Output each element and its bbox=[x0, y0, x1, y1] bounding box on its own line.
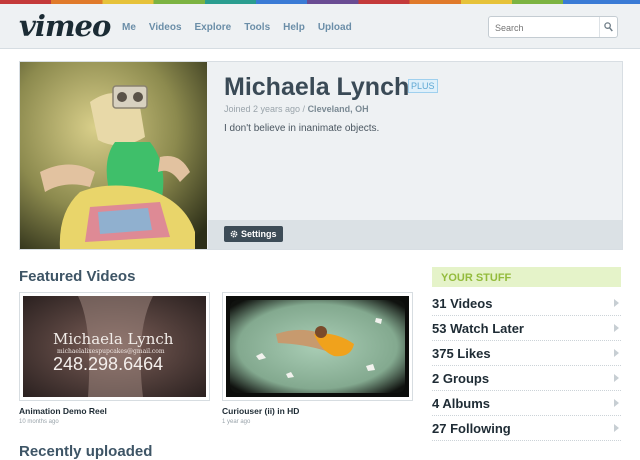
arrow-right-icon bbox=[614, 349, 619, 357]
settings-button[interactable]: Settings bbox=[224, 226, 283, 242]
stuff-label: 27 Following bbox=[432, 421, 511, 436]
stuff-label: 2 Groups bbox=[432, 371, 490, 386]
arrow-right-icon bbox=[614, 424, 619, 432]
video-title-1[interactable]: Animation Demo Reel bbox=[19, 406, 107, 416]
joined-text: Joined 2 years ago / bbox=[224, 104, 308, 114]
video-thumbnail[interactable] bbox=[226, 296, 409, 397]
stuff-item-following[interactable]: 27 Following bbox=[432, 416, 621, 441]
stuff-item-likes[interactable]: 375 Likes bbox=[432, 341, 621, 366]
profile-actions-bar: Settings bbox=[208, 220, 622, 249]
your-stuff-header: YOUR STUFF bbox=[432, 267, 621, 287]
top-header: vimeo Me Videos Explore Tools Help Uploa… bbox=[0, 4, 640, 49]
video-age-2: 1 year ago bbox=[222, 419, 251, 425]
search-box bbox=[488, 16, 618, 38]
main-nav: Me Videos Explore Tools Help Upload bbox=[122, 22, 365, 33]
thumb-name-text: Michaela Lynch bbox=[53, 330, 174, 348]
arrow-right-icon bbox=[614, 299, 619, 307]
stuff-label: 31 Videos bbox=[432, 296, 493, 311]
nav-tools[interactable]: Tools bbox=[244, 22, 270, 33]
nav-videos[interactable]: Videos bbox=[149, 22, 182, 33]
search-icon bbox=[604, 22, 613, 32]
vimeo-logo[interactable]: vimeo bbox=[19, 9, 111, 43]
thumb-phone-text: 248.298.6464 bbox=[53, 354, 164, 374]
stuff-label: 53 Watch Later bbox=[432, 321, 524, 336]
search-button[interactable] bbox=[599, 17, 617, 37]
nav-me[interactable]: Me bbox=[122, 22, 136, 33]
nav-help[interactable]: Help bbox=[283, 22, 305, 33]
joined-info: Joined 2 years ago / Cleveland, OH bbox=[224, 104, 369, 114]
nav-explore[interactable]: Explore bbox=[195, 22, 232, 33]
featured-videos-heading: Featured Videos bbox=[19, 268, 136, 285]
profile-bio: I don't believe in inanimate objects. bbox=[224, 123, 380, 134]
stuff-label: 375 Likes bbox=[432, 346, 491, 361]
arrow-right-icon bbox=[614, 399, 619, 407]
featured-video-1[interactable]: Michaela Lynch michaelalixespupcakes@gma… bbox=[19, 292, 210, 401]
stuff-item-albums[interactable]: 4 Albums bbox=[432, 391, 621, 416]
video-title-2[interactable]: Curiouser (ii) in HD bbox=[222, 406, 299, 416]
profile-name: Michaela Lynch bbox=[224, 73, 410, 101]
location-link[interactable]: Cleveland, OH bbox=[308, 104, 369, 114]
recently-uploaded-heading: Recently uploaded bbox=[19, 443, 153, 460]
stuff-item-groups[interactable]: 2 Groups bbox=[432, 366, 621, 391]
arrow-right-icon bbox=[614, 374, 619, 382]
your-stuff-heading: YOUR STUFF bbox=[441, 272, 512, 284]
settings-label: Settings bbox=[241, 229, 277, 239]
profile-avatar[interactable] bbox=[20, 62, 207, 249]
video-thumbnail[interactable]: Michaela Lynch michaelalixespupcakes@gma… bbox=[23, 296, 206, 397]
profile-card: Michaela Lynch PLUS Joined 2 years ago /… bbox=[19, 61, 623, 250]
featured-video-2[interactable] bbox=[222, 292, 413, 401]
nav-upload[interactable]: Upload bbox=[318, 22, 352, 33]
arrow-right-icon bbox=[614, 324, 619, 332]
gear-icon bbox=[230, 230, 238, 238]
plus-badge[interactable]: PLUS bbox=[408, 79, 438, 93]
stuff-item-watch-later[interactable]: 53 Watch Later bbox=[432, 316, 621, 341]
video-age-1: 10 months ago bbox=[19, 419, 59, 425]
stuff-label: 4 Albums bbox=[432, 396, 491, 411]
search-input[interactable] bbox=[493, 19, 597, 36]
stuff-item-videos[interactable]: 31 Videos bbox=[432, 291, 621, 316]
